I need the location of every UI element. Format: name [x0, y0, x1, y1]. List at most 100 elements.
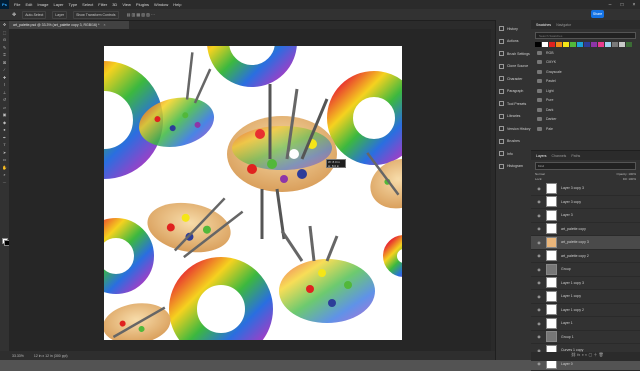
tool-presets-panel-button[interactable]: Tool Presets: [496, 100, 531, 108]
menu-type[interactable]: Type: [69, 2, 78, 7]
eye-icon[interactable]: ◉: [536, 185, 542, 191]
blur-icon[interactable]: ◆: [0, 119, 9, 127]
eyedropper-icon[interactable]: ⁄: [0, 66, 9, 74]
swatch[interactable]: [612, 42, 618, 47]
marquee-icon[interactable]: ⬚: [0, 29, 9, 37]
menu-layer[interactable]: Layer: [53, 2, 63, 7]
dodge-icon[interactable]: ●: [0, 126, 9, 134]
tab-close-icon[interactable]: ×: [103, 23, 105, 27]
menu-window[interactable]: Window: [154, 2, 168, 7]
eye-icon[interactable]: ◉: [536, 266, 542, 272]
info-panel-button[interactable]: Info: [496, 150, 531, 158]
pen-icon[interactable]: ✒: [0, 134, 9, 142]
layer-row[interactable]: ◉Layer 1 copy 2: [531, 304, 640, 318]
menu-filter[interactable]: Filter: [98, 2, 107, 7]
swatch[interactable]: [542, 42, 548, 47]
menu-file[interactable]: File: [14, 2, 20, 7]
menu-3d[interactable]: 3D: [112, 2, 117, 7]
document-canvas[interactable]: W: 8.0 in H: 8.0 in: [104, 46, 402, 340]
tab-paths[interactable]: Paths: [571, 154, 580, 158]
menu-plugins[interactable]: Plugins: [136, 2, 149, 7]
healing-icon[interactable]: ✚: [0, 74, 9, 82]
move-icon[interactable]: ✥: [0, 21, 9, 29]
auto-select-checkbox[interactable]: Auto-Select: [22, 11, 46, 19]
close-icon[interactable]: ×: [628, 0, 640, 9]
path-select-icon[interactable]: ➤: [0, 149, 9, 157]
auto-select-target-dropdown[interactable]: Layer: [52, 11, 67, 19]
layer-group-row[interactable]: ◉Group: [531, 263, 640, 277]
gradient-icon[interactable]: ▣: [0, 111, 9, 119]
swatch-folder[interactable]: Pastel: [531, 77, 640, 87]
swatch-folder[interactable]: CMYK: [531, 58, 640, 68]
swatch-folder[interactable]: Pure: [531, 96, 640, 106]
layer-row[interactable]: ◉Layer 3 copy: [531, 196, 640, 210]
brush-icon[interactable]: ⌇: [0, 81, 9, 89]
swatch[interactable]: [584, 42, 590, 47]
layer-row-selected[interactable]: ◉art_palette copy 3: [531, 236, 640, 250]
history-brush-icon[interactable]: ↺: [0, 96, 9, 104]
minimize-icon[interactable]: –: [604, 0, 616, 9]
swatch[interactable]: [626, 42, 632, 47]
stamp-icon[interactable]: ⊥: [0, 89, 9, 97]
layer-row[interactable]: ◉Layer 3: [531, 209, 640, 223]
brush-settings-panel-button[interactable]: Brush Settings: [496, 50, 531, 58]
eye-icon[interactable]: ◉: [536, 320, 542, 326]
layer-row[interactable]: ◉Layer 1: [531, 317, 640, 331]
type-icon[interactable]: T: [0, 141, 9, 149]
layer-row[interactable]: ◉Layer 1 copy 3: [531, 277, 640, 291]
blend-mode-dropdown[interactable]: Normal: [535, 172, 545, 176]
lasso-icon[interactable]: ʘ: [0, 36, 9, 44]
crop-icon[interactable]: ⌗: [0, 51, 9, 59]
swatch[interactable]: [619, 42, 625, 47]
tab-channels[interactable]: Channels: [552, 154, 567, 158]
swatch[interactable]: [563, 42, 569, 47]
swatch-folder[interactable]: Dark: [531, 105, 640, 115]
shape-icon[interactable]: ▭: [0, 156, 9, 164]
eye-icon[interactable]: ◉: [536, 334, 542, 340]
swatch-folder[interactable]: Light: [531, 86, 640, 96]
more-tools-icon[interactable]: ⋯: [0, 179, 9, 187]
brushes-panel-button[interactable]: Brushes: [496, 137, 531, 145]
show-transform-checkbox[interactable]: Show Transform Controls: [73, 11, 119, 19]
libraries-panel-button[interactable]: Libraries: [496, 112, 531, 120]
tab-swatches[interactable]: Swatches: [536, 23, 551, 27]
swatches-search-input[interactable]: Search Swatches: [535, 32, 636, 39]
layer-row[interactable]: ◉Layer 3 copy 3: [531, 182, 640, 196]
zoom-level[interactable]: 33.33%: [12, 354, 24, 358]
eye-icon[interactable]: ◉: [536, 361, 542, 367]
document-info[interactable]: 12 in x 12 in (300 ppi): [34, 354, 68, 358]
swatch-folder[interactable]: Pale: [531, 124, 640, 134]
layer-row[interactable]: ◉art_palette copy: [531, 223, 640, 237]
eye-icon[interactable]: ◉: [536, 307, 542, 313]
layer-filter-dropdown[interactable]: Kind: [535, 162, 636, 170]
layer-group-row[interactable]: ◉Group 1: [531, 331, 640, 345]
menu-help[interactable]: Help: [173, 2, 181, 7]
menu-edit[interactable]: Edit: [25, 2, 32, 7]
eye-icon[interactable]: ◉: [536, 239, 542, 245]
tab-layers[interactable]: Layers: [536, 154, 547, 158]
swatch[interactable]: [570, 42, 576, 47]
layer-row[interactable]: ◉art_palette copy 2: [531, 250, 640, 264]
eye-icon[interactable]: ◉: [536, 212, 542, 218]
version-history-panel-button[interactable]: Version History: [496, 125, 531, 133]
histogram-panel-button[interactable]: Histogram: [496, 162, 531, 170]
zoom-icon[interactable]: ⌕: [0, 171, 9, 179]
eraser-icon[interactable]: ▱: [0, 104, 9, 112]
menu-select[interactable]: Select: [82, 2, 93, 7]
align-icons[interactable]: ▤ ▥ ▦ ▧ ▨ ⋯: [127, 12, 155, 17]
menu-image[interactable]: Image: [37, 2, 48, 7]
layer-actions-icons[interactable]: ⛓ fx ◑ ◐ ▢ ＋ 🗑: [571, 352, 604, 357]
frame-icon[interactable]: ⊠: [0, 59, 9, 67]
eye-icon[interactable]: ◉: [536, 199, 542, 205]
swatch-folder[interactable]: RGB: [531, 48, 640, 58]
eye-icon[interactable]: ◉: [536, 253, 542, 259]
swatch[interactable]: [556, 42, 562, 47]
menu-view[interactable]: View: [122, 2, 131, 7]
opacity-field[interactable]: Opacity: 100%: [616, 172, 636, 176]
history-panel-button[interactable]: History: [496, 25, 531, 33]
swatch[interactable]: [605, 42, 611, 47]
move-tool-icon[interactable]: ✥: [12, 12, 16, 18]
eye-icon[interactable]: ◉: [536, 293, 542, 299]
canvas-area[interactable]: W: 8.0 in H: 8.0 in: [9, 29, 495, 351]
tab-navigator[interactable]: Navigator: [556, 23, 571, 27]
